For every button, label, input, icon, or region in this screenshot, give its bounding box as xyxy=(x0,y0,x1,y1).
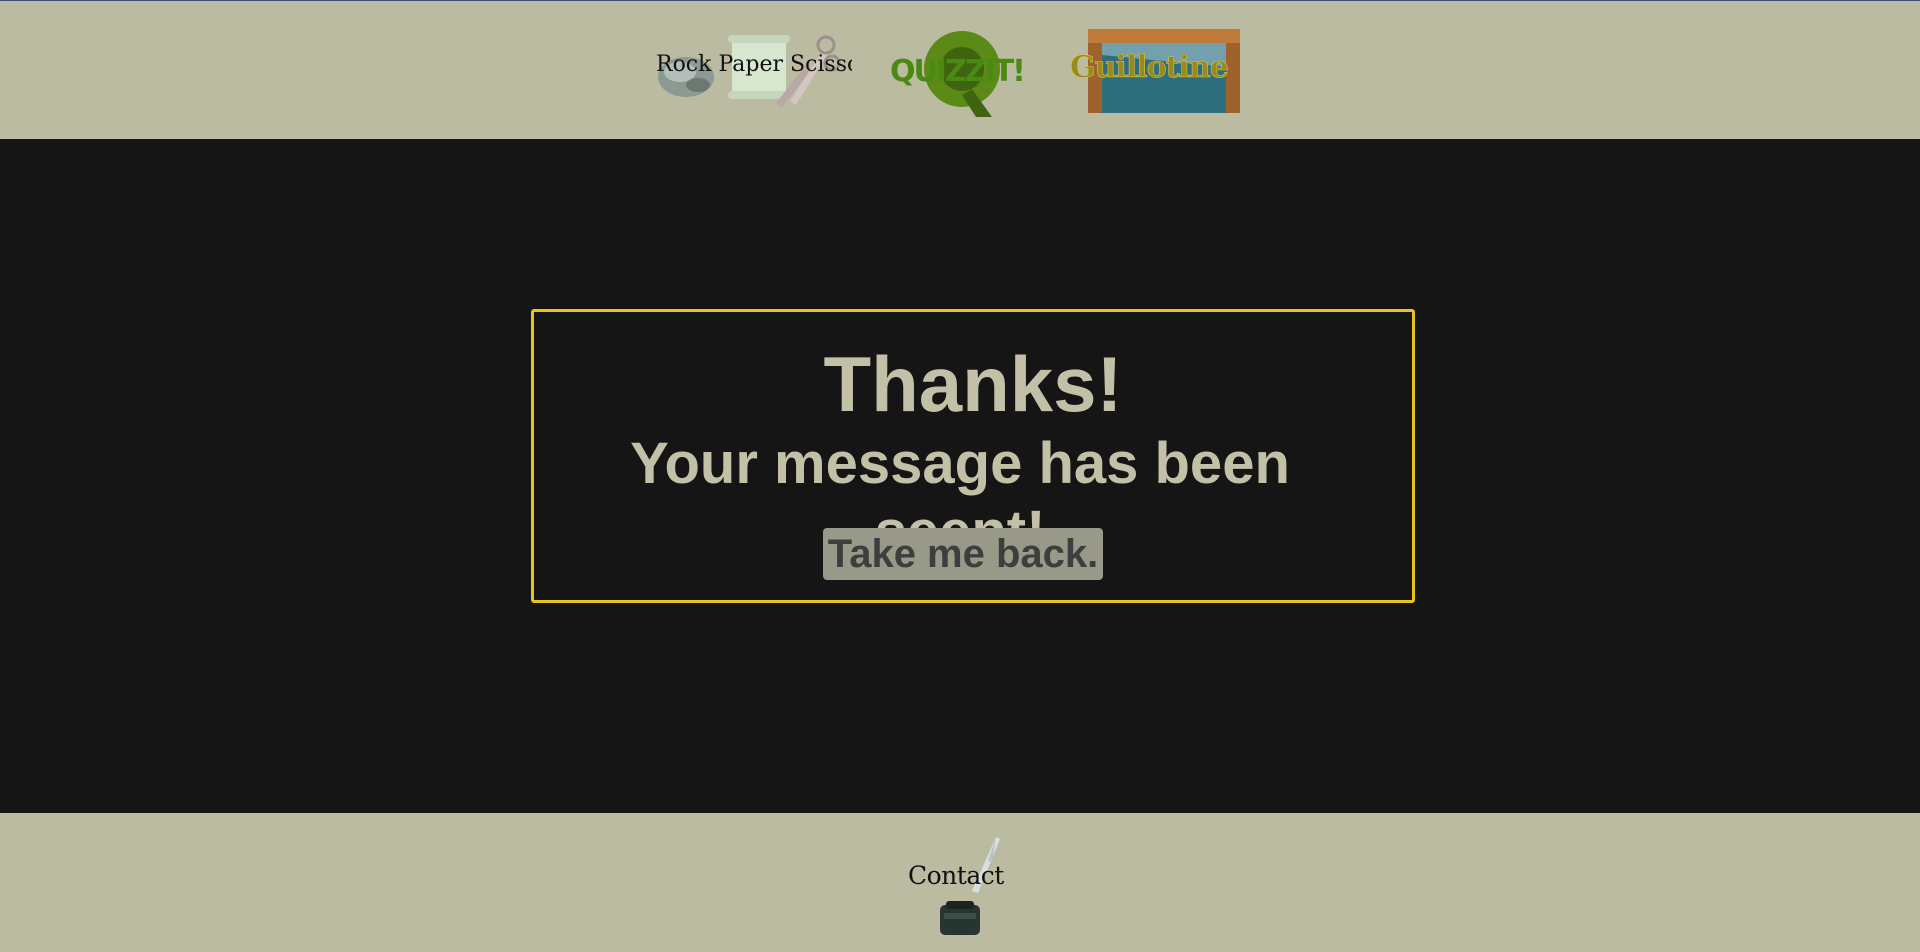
guillotine-link[interactable]: Guillotine xyxy=(1070,27,1258,115)
quizzit-link[interactable]: QUIZZIT! xyxy=(888,23,1028,119)
take-me-back-button[interactable]: Take me back. xyxy=(823,528,1103,580)
footer-bar: Contact xyxy=(0,813,1920,952)
contact-label: Contact xyxy=(908,861,1004,890)
guillotine-logo-icon: Guillotine xyxy=(1070,29,1240,113)
guillotine-label: Guillotine xyxy=(1070,50,1228,85)
top-nav-bar: Rock Paper Scissors QUIZZIT! Guillotine xyxy=(0,0,1920,139)
rock-paper-scissors-label: Rock Paper Scissors xyxy=(656,52,852,77)
rock-paper-scissors-logo-icon: Rock Paper Scissors xyxy=(656,35,852,107)
rock-paper-scissors-link[interactable]: Rock Paper Scissors xyxy=(656,29,852,107)
contact-link[interactable]: Contact xyxy=(902,831,1022,937)
thanks-title: Thanks! xyxy=(823,340,1123,428)
quizzit-label: QUIZZIT! xyxy=(890,54,1024,89)
quizzit-logo-icon: QUIZZIT! xyxy=(890,31,1026,117)
thanks-card: Thanks! Your message has been seent! Tak… xyxy=(531,309,1415,603)
